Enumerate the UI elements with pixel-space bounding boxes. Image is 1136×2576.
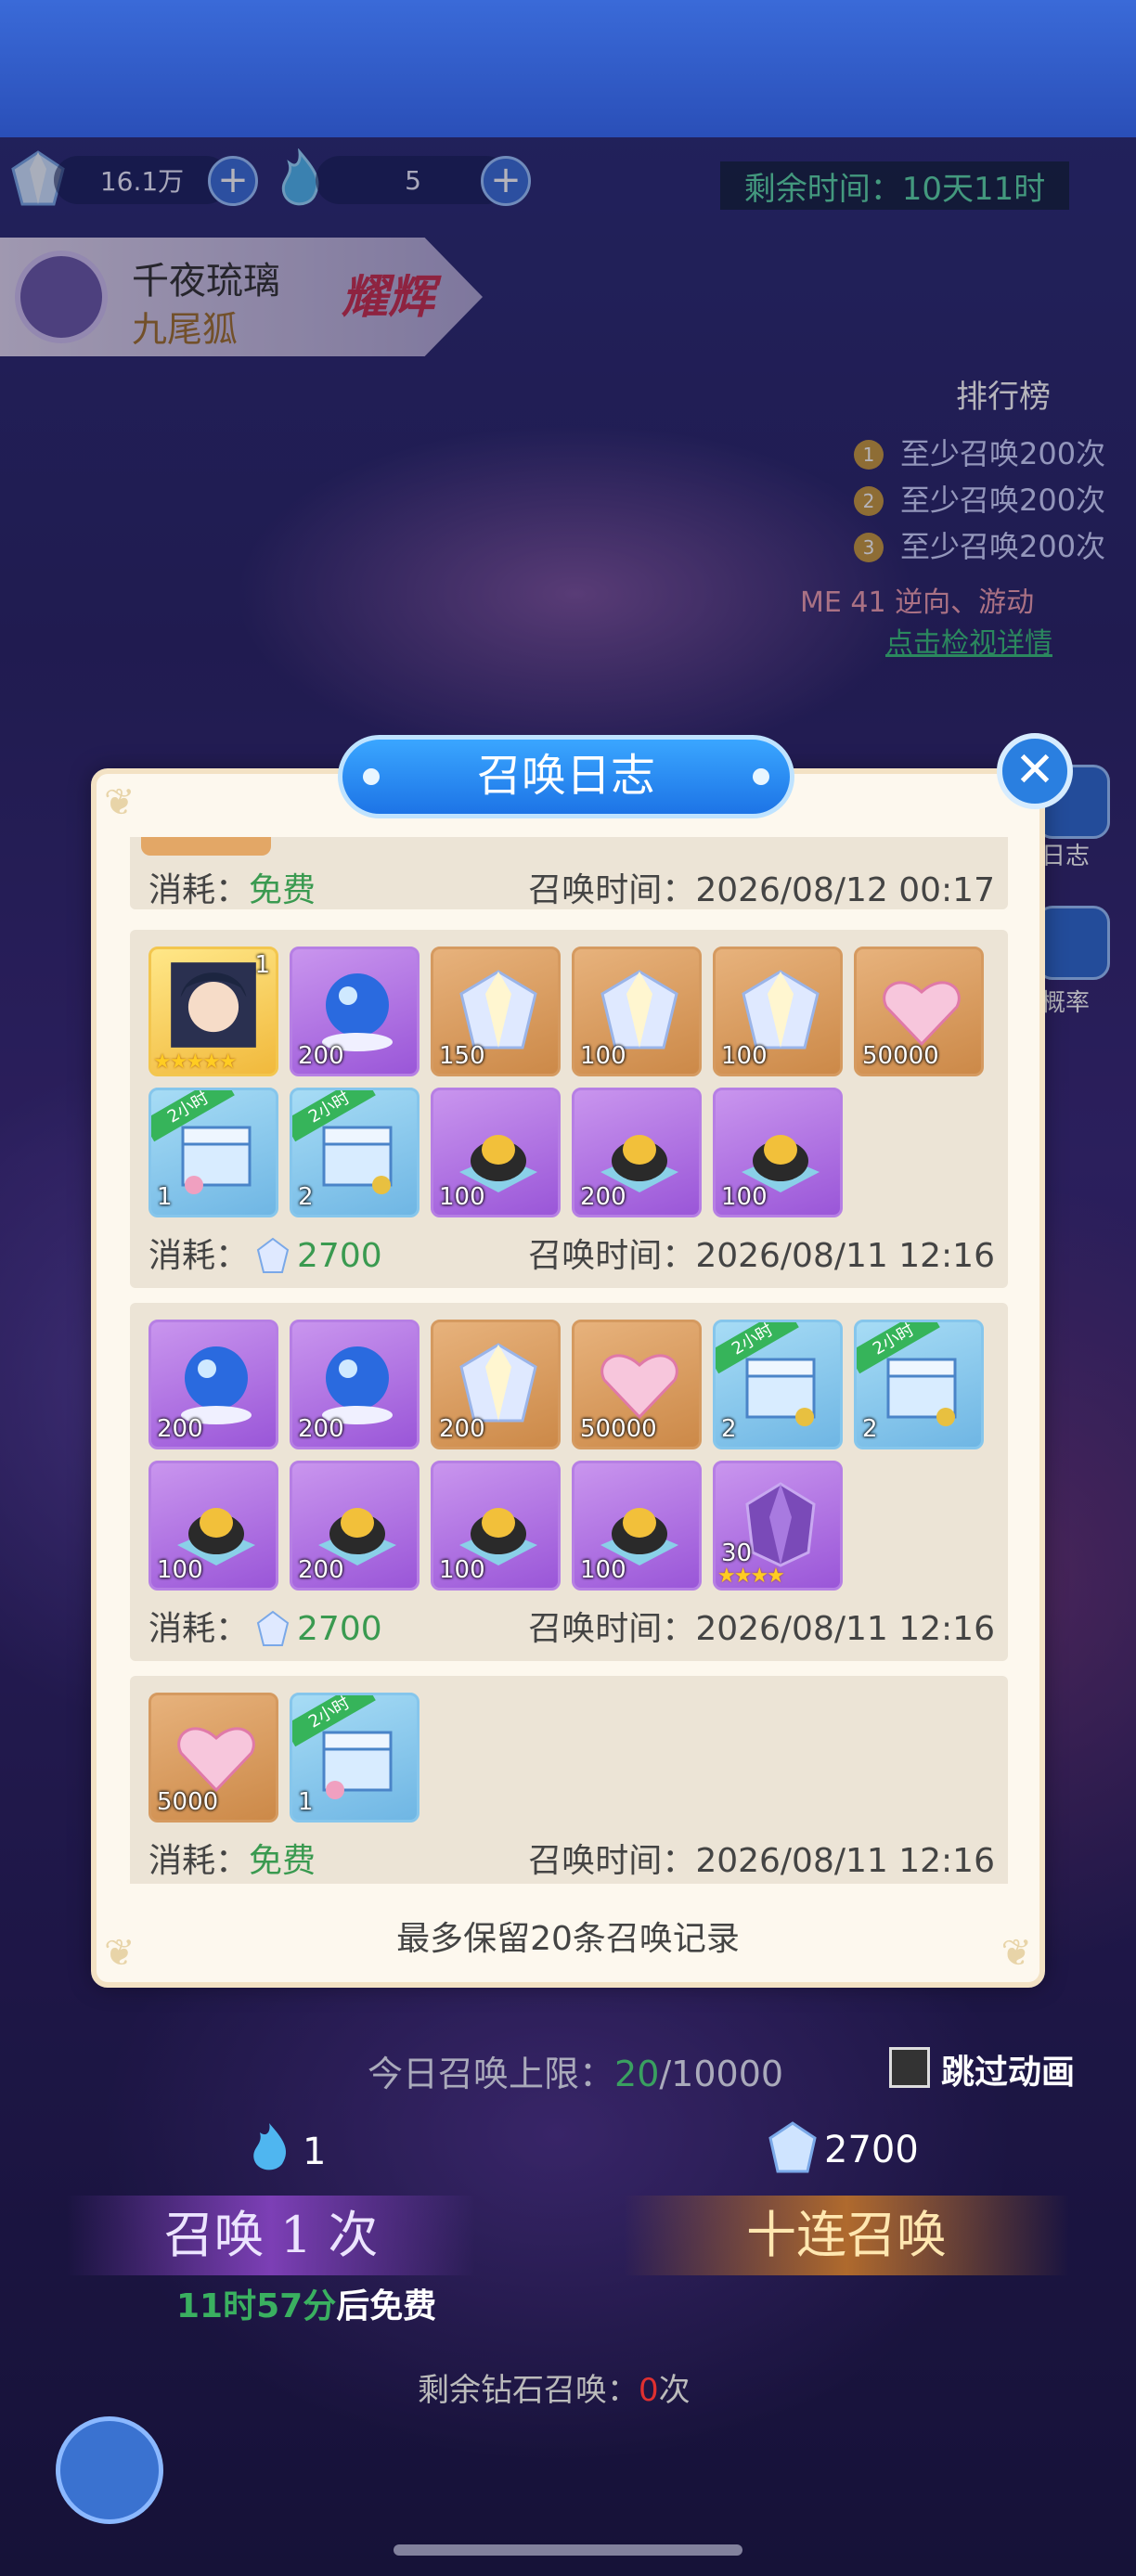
reward-treasure-chest[interactable]: 2小时 2 bbox=[713, 1320, 843, 1449]
log-time: 召唤时间：2026/08/12 00:17 bbox=[528, 871, 995, 909]
reward-treasure-chest[interactable]: 2小时 2 bbox=[290, 1088, 420, 1217]
log-footer-note: 最多保留20条召唤记录 bbox=[396, 1920, 740, 1958]
log-cost: 消耗：免费 bbox=[148, 871, 316, 909]
single-summon-cost: 1 bbox=[303, 2131, 327, 2173]
reward-exp-heart[interactable]: 50000 bbox=[572, 1320, 702, 1449]
corner-ornament-icon: ❦ bbox=[104, 781, 136, 824]
reward-gold-ore[interactable]: 100 bbox=[148, 1461, 278, 1591]
log-time: 召唤时间：2026/08/11 12:16 bbox=[528, 1610, 995, 1648]
log-entry: ★★★★★ 消耗：免费 召唤时间：2026/08/12 00:17 bbox=[130, 837, 1008, 909]
reward-diamond[interactable]: 100 bbox=[572, 947, 702, 1076]
diamond-icon bbox=[256, 1610, 290, 1646]
single-summon-button[interactable]: 召唤 1 次 bbox=[67, 2196, 475, 2275]
log-cost: 消耗： 2700 bbox=[148, 1610, 382, 1648]
log-cost: 消耗：免费 bbox=[148, 1842, 316, 1880]
reward-diamond[interactable]: 100 bbox=[713, 947, 843, 1076]
reward-crystal-ball[interactable]: 200 bbox=[290, 1320, 420, 1449]
free-countdown: 11时57分后免费 bbox=[176, 2287, 437, 2325]
skip-animation-label: 跳过动画 bbox=[941, 2054, 1076, 2092]
log-time: 召唤时间：2026/08/11 12:16 bbox=[528, 1842, 995, 1880]
ten-summon-button[interactable]: 十连召唤 bbox=[624, 2196, 1069, 2275]
log-time: 召唤时间：2026/08/11 12:16 bbox=[528, 1237, 995, 1275]
blue-flame-icon bbox=[253, 2123, 287, 2170]
reward-gold-ore[interactable]: 100 bbox=[713, 1088, 843, 1217]
log-cost: 消耗： 2700 bbox=[148, 1237, 382, 1275]
reward-crystal-ball[interactable]: 200 bbox=[148, 1320, 278, 1449]
reward-exp-heart[interactable]: 50000 bbox=[854, 947, 984, 1076]
reward-gold-ore[interactable]: 200 bbox=[572, 1088, 702, 1217]
modal-title: 召唤日志 bbox=[338, 735, 794, 818]
ten-summon-cost: 2700 bbox=[824, 2129, 919, 2171]
reward-diamond[interactable]: 150 bbox=[431, 947, 561, 1076]
reward-gold-ore[interactable]: 100 bbox=[431, 1461, 561, 1591]
skip-animation-checkbox[interactable] bbox=[889, 2047, 930, 2088]
close-icon: ✕ bbox=[1014, 742, 1055, 798]
reward-purple-crystal[interactable]: 30 ★★★★ bbox=[713, 1461, 843, 1591]
log-entry: 5000 2小时 1 消耗：免费 召唤时间：2026/08/11 12:16 bbox=[130, 1676, 1008, 1884]
home-indicator[interactable] bbox=[394, 2544, 742, 2556]
reward-hero-card[interactable]: 1 ★★★★★ bbox=[148, 947, 278, 1076]
log-list[interactable]: ★★★★★ 消耗：免费 召唤时间：2026/08/12 00:17 1 ★★★★… bbox=[130, 837, 1008, 1884]
log-entry: 1 ★★★★★ 200 150 100 100 50000 2小时 1 2小时 … bbox=[130, 930, 1008, 1288]
diamond-icon bbox=[768, 2121, 817, 2173]
reward-gold-ore[interactable]: 100 bbox=[572, 1461, 702, 1591]
log-entry: 200 200 200 50000 2小时 2 2小时 2 100 200 10… bbox=[130, 1303, 1008, 1661]
diamond-icon bbox=[256, 1237, 290, 1273]
reward-diamond[interactable]: 200 bbox=[431, 1320, 561, 1449]
reward-treasure-chest[interactable]: 2小时 1 bbox=[148, 1088, 278, 1217]
daily-limit: 今日召唤上限：20/10000 bbox=[368, 2054, 784, 2094]
reward-gold-ore[interactable]: 100 bbox=[431, 1088, 561, 1217]
reward-treasure-chest[interactable]: 2小时 1 bbox=[290, 1693, 420, 1823]
reward-crystal-ball[interactable]: 200 bbox=[290, 947, 420, 1076]
diamond-summons-left: 剩余钻石召唤：0次 bbox=[418, 2372, 691, 2409]
reward-gold-ore[interactable]: 200 bbox=[290, 1461, 420, 1591]
back-button[interactable] bbox=[56, 2416, 163, 2524]
reward-treasure-chest[interactable]: 2小时 2 bbox=[854, 1320, 984, 1449]
top-banner bbox=[0, 0, 1136, 137]
close-button[interactable]: ✕ bbox=[997, 733, 1073, 809]
reward-exp-heart[interactable]: 5000 bbox=[148, 1693, 278, 1823]
